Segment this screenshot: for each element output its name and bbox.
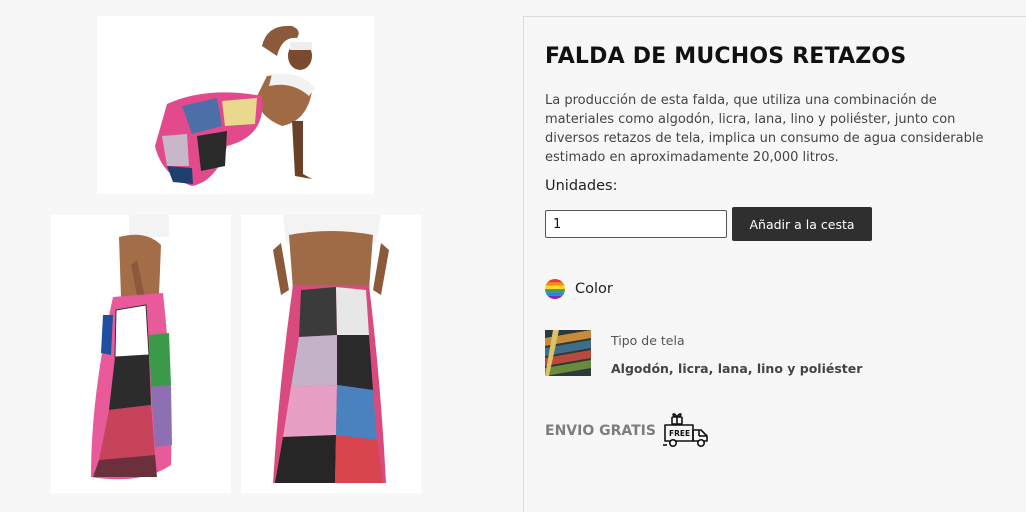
product-photo-main[interactable] (97, 16, 374, 194)
units-label: Unidades: (545, 178, 618, 194)
color-label: Color (575, 281, 613, 297)
color-option[interactable]: Color (545, 279, 613, 299)
product-description: La producción de esta falda, que utiliza… (545, 93, 984, 165)
product-photo-back[interactable] (241, 215, 421, 493)
product-photo-side[interactable] (51, 215, 231, 493)
skirt-side-view-image (51, 215, 231, 493)
rainbow-color-swatch-icon[interactable] (545, 279, 565, 299)
free-delivery-truck-icon: FREE (663, 409, 711, 451)
product-info-panel: FALDA DE MUCHOS RETAZOS La producción de… (523, 16, 1026, 512)
free-shipping-label: ENVIO GRATIS (545, 423, 656, 439)
add-to-cart-button[interactable]: Añadir a la cesta (732, 207, 872, 241)
free-badge-text: FREE (669, 429, 690, 438)
product-title: FALDA DE MUCHOS RETAZOS (545, 44, 907, 69)
skirt-back-view-image (241, 215, 421, 493)
product-page: FALDA DE MUCHOS RETAZOS La producción de… (0, 0, 1026, 512)
quantity-input[interactable] (545, 210, 727, 238)
fabric-type-label: Tipo de tela (611, 333, 685, 348)
model-crouching-image (97, 16, 374, 194)
fabric-type-value: Algodón, licra, lana, lino y poliéster (611, 361, 863, 376)
fabric-thumbnail (545, 330, 591, 376)
